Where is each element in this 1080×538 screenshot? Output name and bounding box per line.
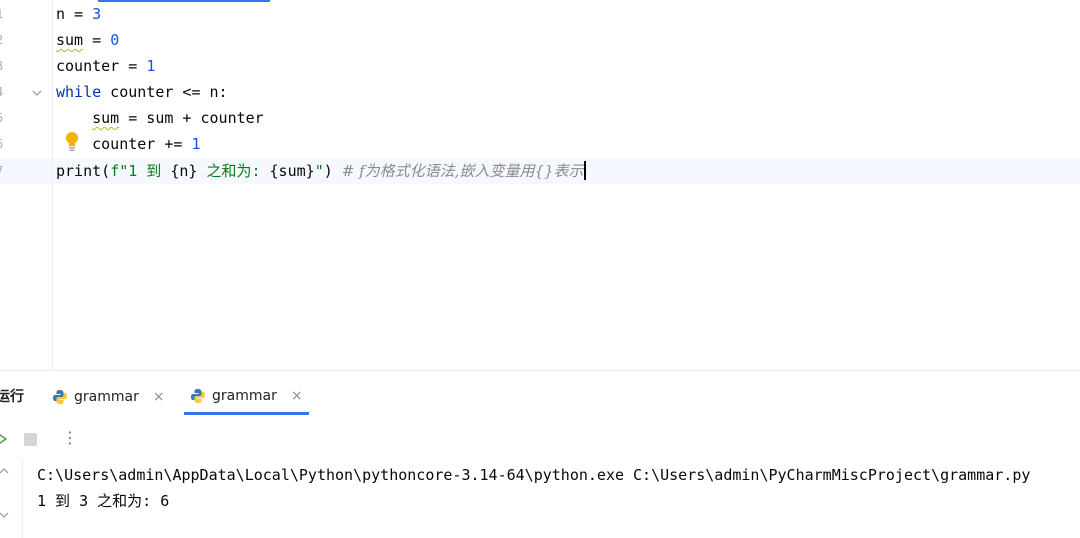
code-line[interactable]: print(f"1 到 {n} 之和为: {sum}") # f为格式化语法,嵌…: [56, 158, 586, 184]
code-token: 3: [92, 5, 102, 23]
code-token: while: [56, 83, 102, 101]
close-icon[interactable]: ×: [153, 389, 165, 405]
console-side-strip: [0, 459, 23, 538]
line-number: 4: [0, 79, 6, 105]
close-icon[interactable]: ×: [291, 388, 303, 404]
code-token: {n}: [170, 162, 198, 180]
line-number: 2: [0, 27, 6, 53]
code-token: f"1 到: [110, 162, 171, 180]
code-line[interactable]: sum = sum + counter: [56, 105, 264, 131]
code-token: sum: [56, 31, 84, 49]
code-line[interactable]: counter += 1: [56, 131, 201, 157]
run-tab-label: grammar: [212, 387, 277, 404]
code-token: n =: [56, 5, 93, 23]
rerun-icon[interactable]: [0, 431, 8, 447]
code-token: = sum + counter: [119, 109, 264, 127]
python-icon: [52, 389, 68, 405]
run-tab-label: grammar: [74, 389, 139, 405]
code-editor[interactable]: 1 2 3 4 5 6 7 n = 3 sum = 0 counter = 1 …: [0, 0, 1080, 370]
run-panel-title: 运行: [0, 389, 24, 405]
code-line[interactable]: counter = 1: [56, 53, 155, 79]
console-output-line: 1 到 3 之和为: 6: [37, 492, 170, 510]
code-token: 1: [146, 57, 156, 75]
line-number: 6: [0, 131, 6, 157]
active-file-tab-indicator: [98, 0, 270, 2]
python-icon: [190, 388, 206, 404]
line-number: 1: [0, 1, 6, 27]
line-number: 3: [0, 53, 6, 79]
code-token: counter +=: [56, 135, 192, 153]
code-token: {sum}: [269, 162, 315, 180]
more-options-icon[interactable]: ⋮: [62, 428, 78, 447]
code-token: counter =: [56, 57, 147, 75]
run-toolbar: ⋮: [0, 427, 1080, 453]
code-token: sum: [92, 109, 120, 127]
run-tool-window: 运行 grammar × grammar × ⋮ C:\Users\admin\…: [0, 370, 1080, 538]
code-token: 1: [191, 135, 201, 153]
code-line[interactable]: while counter <= n:: [56, 79, 228, 105]
stop-icon[interactable]: [24, 433, 37, 446]
console-output-line: C:\Users\admin\AppData\Local\Python\pyth…: [37, 466, 1031, 484]
code-token: counter <= n:: [101, 83, 228, 101]
text-caret: [583, 161, 586, 180]
code-token: # f为格式化语法,嵌入变量用{}表示: [341, 162, 584, 180]
scroll-down-icon[interactable]: [0, 509, 10, 524]
code-token: 0: [110, 31, 120, 49]
code-token: (: [101, 162, 111, 180]
scroll-up-icon[interactable]: [0, 465, 10, 480]
code-line[interactable]: sum = 0: [56, 27, 119, 53]
code-token: 之和为:: [197, 162, 270, 180]
run-tab-grammar-2[interactable]: grammar ×: [184, 379, 309, 415]
fold-chevron-icon[interactable]: [31, 87, 43, 99]
code-line[interactable]: n = 3: [56, 1, 101, 27]
line-number: 5: [0, 105, 6, 131]
editor-gutter[interactable]: 1 2 3 4 5 6 7: [0, 0, 53, 370]
run-tab-grammar-1[interactable]: grammar ×: [46, 379, 171, 415]
code-token: ": [314, 162, 324, 180]
code-token: ): [323, 162, 342, 180]
code-token: =: [83, 31, 111, 49]
code-token: print: [56, 162, 102, 180]
line-number: 7: [0, 158, 6, 184]
